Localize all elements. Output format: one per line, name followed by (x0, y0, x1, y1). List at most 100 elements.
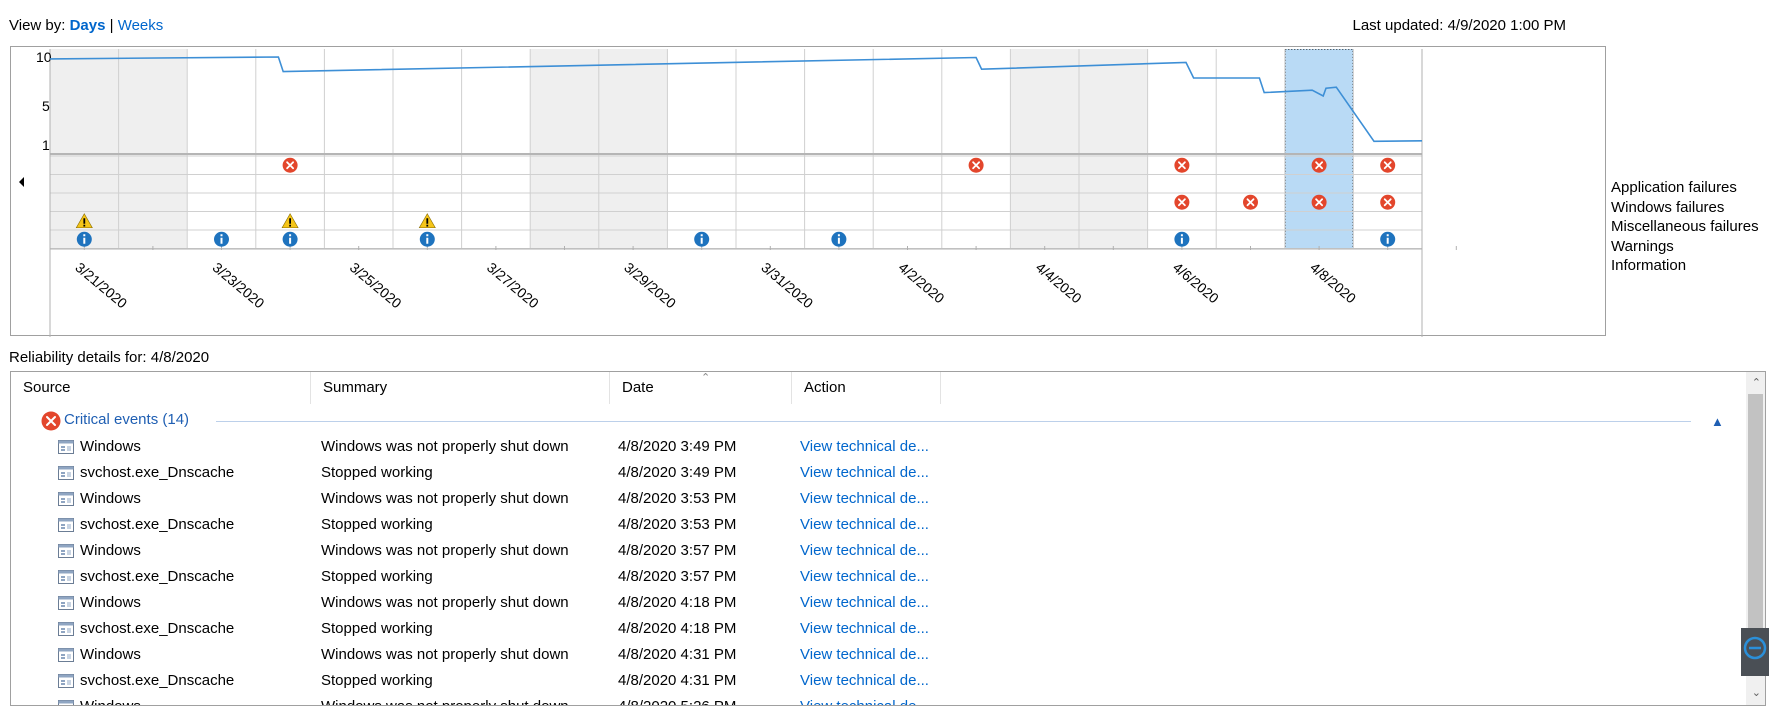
row-source: svchost.exe_Dnscache (80, 568, 235, 585)
information-icon (76, 231, 92, 247)
application-window-icon (58, 622, 74, 636)
table-row[interactable]: Windows Windows was not properly shut dow… (11, 538, 1731, 564)
error-icon (1174, 157, 1190, 173)
weekend-shade (1010, 49, 1079, 249)
x-tick-label: 3/23/2020 (210, 259, 268, 311)
table-row[interactable]: svchost.exe_Dnscache Stopped working 4/8/2… (11, 668, 1731, 694)
collapse-chevron-icon[interactable]: ▲ (1711, 414, 1724, 429)
table-row[interactable]: Windows Windows was not properly shut dow… (11, 434, 1731, 460)
view-by: View by: Days | Weeks (9, 17, 163, 34)
legend-item: Miscellaneous failures (1611, 218, 1759, 235)
y-tick-label: 1 (42, 137, 50, 153)
view-technical-details-link[interactable]: View technical de... (800, 564, 929, 590)
row-date: 4/8/2020 4:18 PM (618, 620, 737, 637)
x-tick-label: 3/29/2020 (621, 259, 679, 311)
table-row[interactable]: svchost.exe_Dnscache Stopped working 4/8/2… (11, 460, 1731, 486)
scroll-thumb[interactable] (1748, 394, 1763, 649)
row-date: 4/8/2020 3:53 PM (618, 490, 737, 507)
last-updated: Last updated: 4/9/2020 1:00 PM (1352, 17, 1567, 34)
critical-events-group[interactable]: Critical events (14) ▲ (11, 408, 1731, 434)
error-icon (1380, 194, 1396, 210)
legend-item: Application failures (1611, 179, 1737, 196)
view-technical-details-link[interactable]: View technical de... (800, 590, 929, 616)
x-tick-label: 3/25/2020 (347, 259, 405, 311)
side-panel-handle[interactable] (1741, 628, 1769, 676)
table-row[interactable]: Windows Windows was not properly shut dow… (11, 694, 1731, 705)
column-header-action[interactable]: Action (792, 372, 941, 404)
details-label: Reliability details for: 4/8/2020 (9, 349, 210, 366)
view-technical-details-link[interactable]: View technical de... (800, 668, 929, 694)
application-window-icon (58, 492, 74, 506)
view-by-days-link[interactable]: Days (70, 17, 106, 34)
weekend-shade (530, 49, 599, 249)
row-date: 4/8/2020 4:31 PM (618, 672, 737, 689)
view-technical-details-link[interactable]: View technical de... (800, 538, 929, 564)
information-icon (1174, 231, 1190, 247)
table-row[interactable]: Windows Windows was not properly shut dow… (11, 486, 1731, 512)
error-icon (1174, 194, 1190, 210)
row-summary: Stopped working (321, 620, 433, 637)
event-legend: Application failures Windows failures Misc… (1611, 178, 1759, 276)
x-tick-label: 3/31/2020 (758, 259, 816, 311)
reliability-chart[interactable]: 10 5 1 3/21/2020 3/23/2020 3/25/2020 3/27/2020… (10, 46, 1606, 337)
scroll-left-arrow-icon[interactable] (19, 177, 24, 187)
y-tick-label: 5 (42, 98, 50, 114)
row-summary: Windows was not properly shut down (321, 694, 569, 705)
view-technical-details-link[interactable]: View technical de... (800, 694, 929, 705)
table-row[interactable]: svchost.exe_Dnscache Stopped working 4/8/2… (11, 512, 1731, 538)
view-by-weeks-link[interactable]: Weeks (118, 17, 164, 34)
table-header: Source Summary Date Action ⌃ (11, 372, 1765, 404)
x-tick-label: 3/21/2020 (72, 259, 130, 311)
row-summary: Stopped working (321, 464, 433, 481)
application-window-icon (58, 466, 74, 480)
application-window-icon (58, 440, 74, 454)
row-date: 4/8/2020 3:49 PM (618, 438, 737, 455)
table-row[interactable]: Windows Windows was not properly shut dow… (11, 590, 1731, 616)
application-window-icon (58, 674, 74, 688)
view-by-label: View by: (9, 17, 66, 34)
row-source: svchost.exe_Dnscache (80, 620, 235, 637)
view-technical-details-link[interactable]: View technical de... (800, 512, 929, 538)
error-icon (1243, 194, 1258, 210)
x-tick-label: 3/27/2020 (484, 259, 542, 311)
x-tick-label: 4/2/2020 (896, 259, 948, 306)
weekend-shade (118, 49, 188, 249)
view-technical-details-link[interactable]: View technical de... (800, 642, 929, 668)
scroll-down-arrow-icon[interactable]: ⌄ (1752, 686, 1761, 699)
sort-indicator-icon: ⌃ (701, 372, 711, 384)
critical-events-label: Critical events (14) (64, 411, 190, 428)
row-summary: Windows was not properly shut down (321, 490, 569, 507)
error-icon (1311, 157, 1327, 173)
information-icon (694, 231, 710, 247)
table-row[interactable]: Windows Windows was not properly shut dow… (11, 642, 1731, 668)
scroll-up-arrow-icon[interactable]: ⌃ (1752, 376, 1761, 389)
x-tick-label: 4/8/2020 (1307, 259, 1359, 306)
table-row[interactable]: svchost.exe_Dnscache Stopped working 4/8/2… (11, 564, 1731, 590)
selected-day-highlight (1284, 49, 1354, 249)
view-by-separator: | (109, 17, 114, 34)
view-technical-details-link[interactable]: View technical de... (800, 460, 929, 486)
row-date: 4/8/2020 3:53 PM (618, 516, 737, 533)
row-date: 4/8/2020 4:31 PM (618, 646, 737, 663)
row-source: svchost.exe_Dnscache (80, 464, 235, 481)
table-row[interactable]: svchost.exe_Dnscache Stopped working 4/8/2… (11, 616, 1731, 642)
weekend-shade (1079, 49, 1148, 249)
row-summary: Windows was not properly shut down (321, 542, 569, 559)
view-technical-details-link[interactable]: View technical de... (800, 486, 929, 512)
application-window-icon (58, 596, 74, 610)
x-tick-label: 4/6/2020 (1170, 259, 1222, 306)
legend-item: Warnings (1611, 237, 1674, 255)
row-source: Windows (80, 646, 141, 663)
information-icon (831, 231, 847, 247)
row-source: Windows (80, 594, 141, 611)
row-summary: Stopped working (321, 672, 433, 689)
column-header-source[interactable]: Source (11, 372, 311, 404)
view-technical-details-link[interactable]: View technical de... (800, 616, 929, 642)
information-icon (419, 231, 435, 247)
application-window-icon (58, 648, 74, 662)
error-icon (1311, 194, 1327, 210)
row-date: 4/8/2020 3:49 PM (618, 464, 737, 481)
reliability-chart-svg: 10 5 1 3/21/2020 3/23/2020 3/25/2020 3/27/2020… (19, 49, 1457, 337)
column-header-summary[interactable]: Summary (311, 372, 610, 404)
view-technical-details-link[interactable]: View technical de... (800, 434, 929, 460)
